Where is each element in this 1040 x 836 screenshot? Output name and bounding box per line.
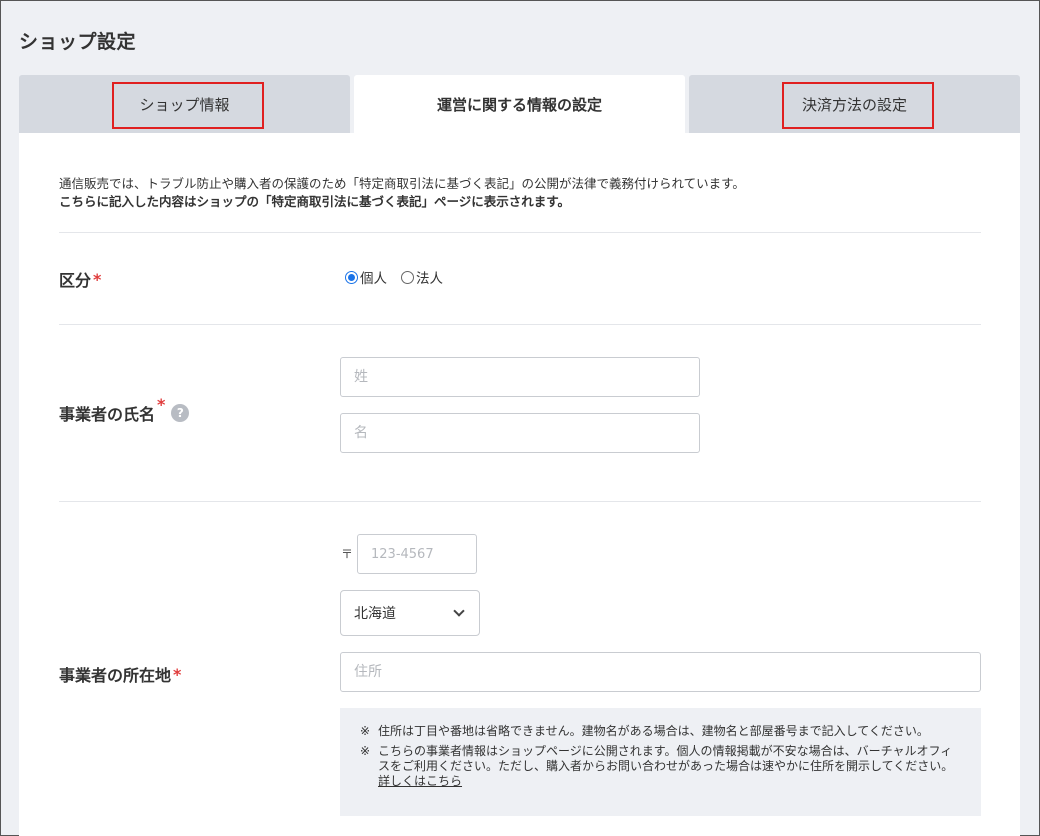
intro-line-bold: こちらに記入した内容はショップの「特定商取引法に基づく表記」ページに表示されます… — [59, 194, 571, 209]
divider — [59, 324, 981, 325]
tab-label: 運営に関する情報の設定 — [436, 95, 602, 114]
radio-label: 個人 — [360, 271, 387, 287]
highlight-box — [112, 82, 264, 129]
intro-text: 通信販売では、トラブル防止や購入者の保護のため「特定商取引法に基づく表記」の公開… — [59, 175, 745, 211]
tab-shop-info[interactable]: ショップ情報 — [19, 75, 350, 133]
business-address-label: 事業者の所在地 * — [59, 662, 181, 686]
category-label: 区分 * — [59, 267, 101, 291]
tab-operation-info[interactable]: 運営に関する情報の設定 — [354, 75, 685, 133]
address-notes: ※ 住所は丁目や番地は省略できません。建物名がある場合は、建物名と部屋番号まで記… — [340, 708, 981, 816]
help-icon[interactable]: ? — [171, 404, 190, 422]
note-text: こちらの事業者情報はショップページに公開されます。個人の情報掲載が不安な場合は、… — [378, 744, 954, 773]
chevron-down-icon — [453, 605, 465, 617]
page-title: ショップ設定 — [19, 31, 137, 53]
address-input[interactable] — [340, 652, 981, 692]
required-mark: * — [93, 269, 102, 289]
radio-individual[interactable]: 個人 — [345, 267, 387, 287]
settings-tabs: ショップ情報 運営に関する情報の設定 決済方法の設定 — [19, 75, 1020, 133]
required-mark: * — [157, 395, 166, 414]
radio-checked-icon[interactable] — [345, 270, 358, 284]
radio-corporation[interactable]: 法人 — [401, 267, 443, 287]
note-mark: ※ — [360, 744, 371, 758]
postal-mark: 〒 — [341, 547, 354, 561]
radio-unchecked-icon[interactable] — [401, 270, 414, 284]
prefecture-value: 北海道 — [354, 606, 396, 622]
highlight-box — [782, 82, 934, 129]
details-link[interactable]: 詳しくはこちら — [378, 774, 963, 789]
first-name-input[interactable] — [340, 413, 700, 453]
postal-code-input[interactable] — [357, 534, 477, 574]
business-address-label-text: 事業者の所在地 — [59, 666, 172, 685]
divider — [59, 501, 981, 502]
tab-payment-methods[interactable]: 決済方法の設定 — [689, 75, 1020, 133]
note-item: ※ 住所は丁目や番地は省略できません。建物名がある場合は、建物名と部屋番号まで記… — [360, 724, 963, 739]
last-name-input[interactable] — [340, 357, 700, 397]
category-label-text: 区分 — [59, 271, 92, 290]
category-radio-group: 個人 法人 — [345, 267, 457, 287]
business-name-label-text: 事業者の氏名 — [59, 405, 156, 424]
business-name-label: 事業者の氏名 * ? — [59, 395, 190, 425]
prefecture-select[interactable]: 北海道 — [340, 590, 480, 636]
radio-label: 法人 — [416, 271, 443, 287]
intro-line: 通信販売では、トラブル防止や購入者の保護のため「特定商取引法に基づく表記」の公開… — [59, 176, 745, 191]
note-text: 住所は丁目や番地は省略できません。建物名がある場合は、建物名と部屋番号まで記入し… — [378, 724, 929, 738]
note-mark: ※ — [360, 724, 371, 738]
settings-panel: 通信販売では、トラブル防止や購入者の保護のため「特定商取引法に基づく表記」の公開… — [19, 133, 1020, 836]
required-mark: * — [173, 664, 182, 684]
divider — [59, 232, 981, 233]
note-item: ※ こちらの事業者情報はショップページに公開されます。個人の情報掲載が不安な場合… — [360, 744, 963, 774]
